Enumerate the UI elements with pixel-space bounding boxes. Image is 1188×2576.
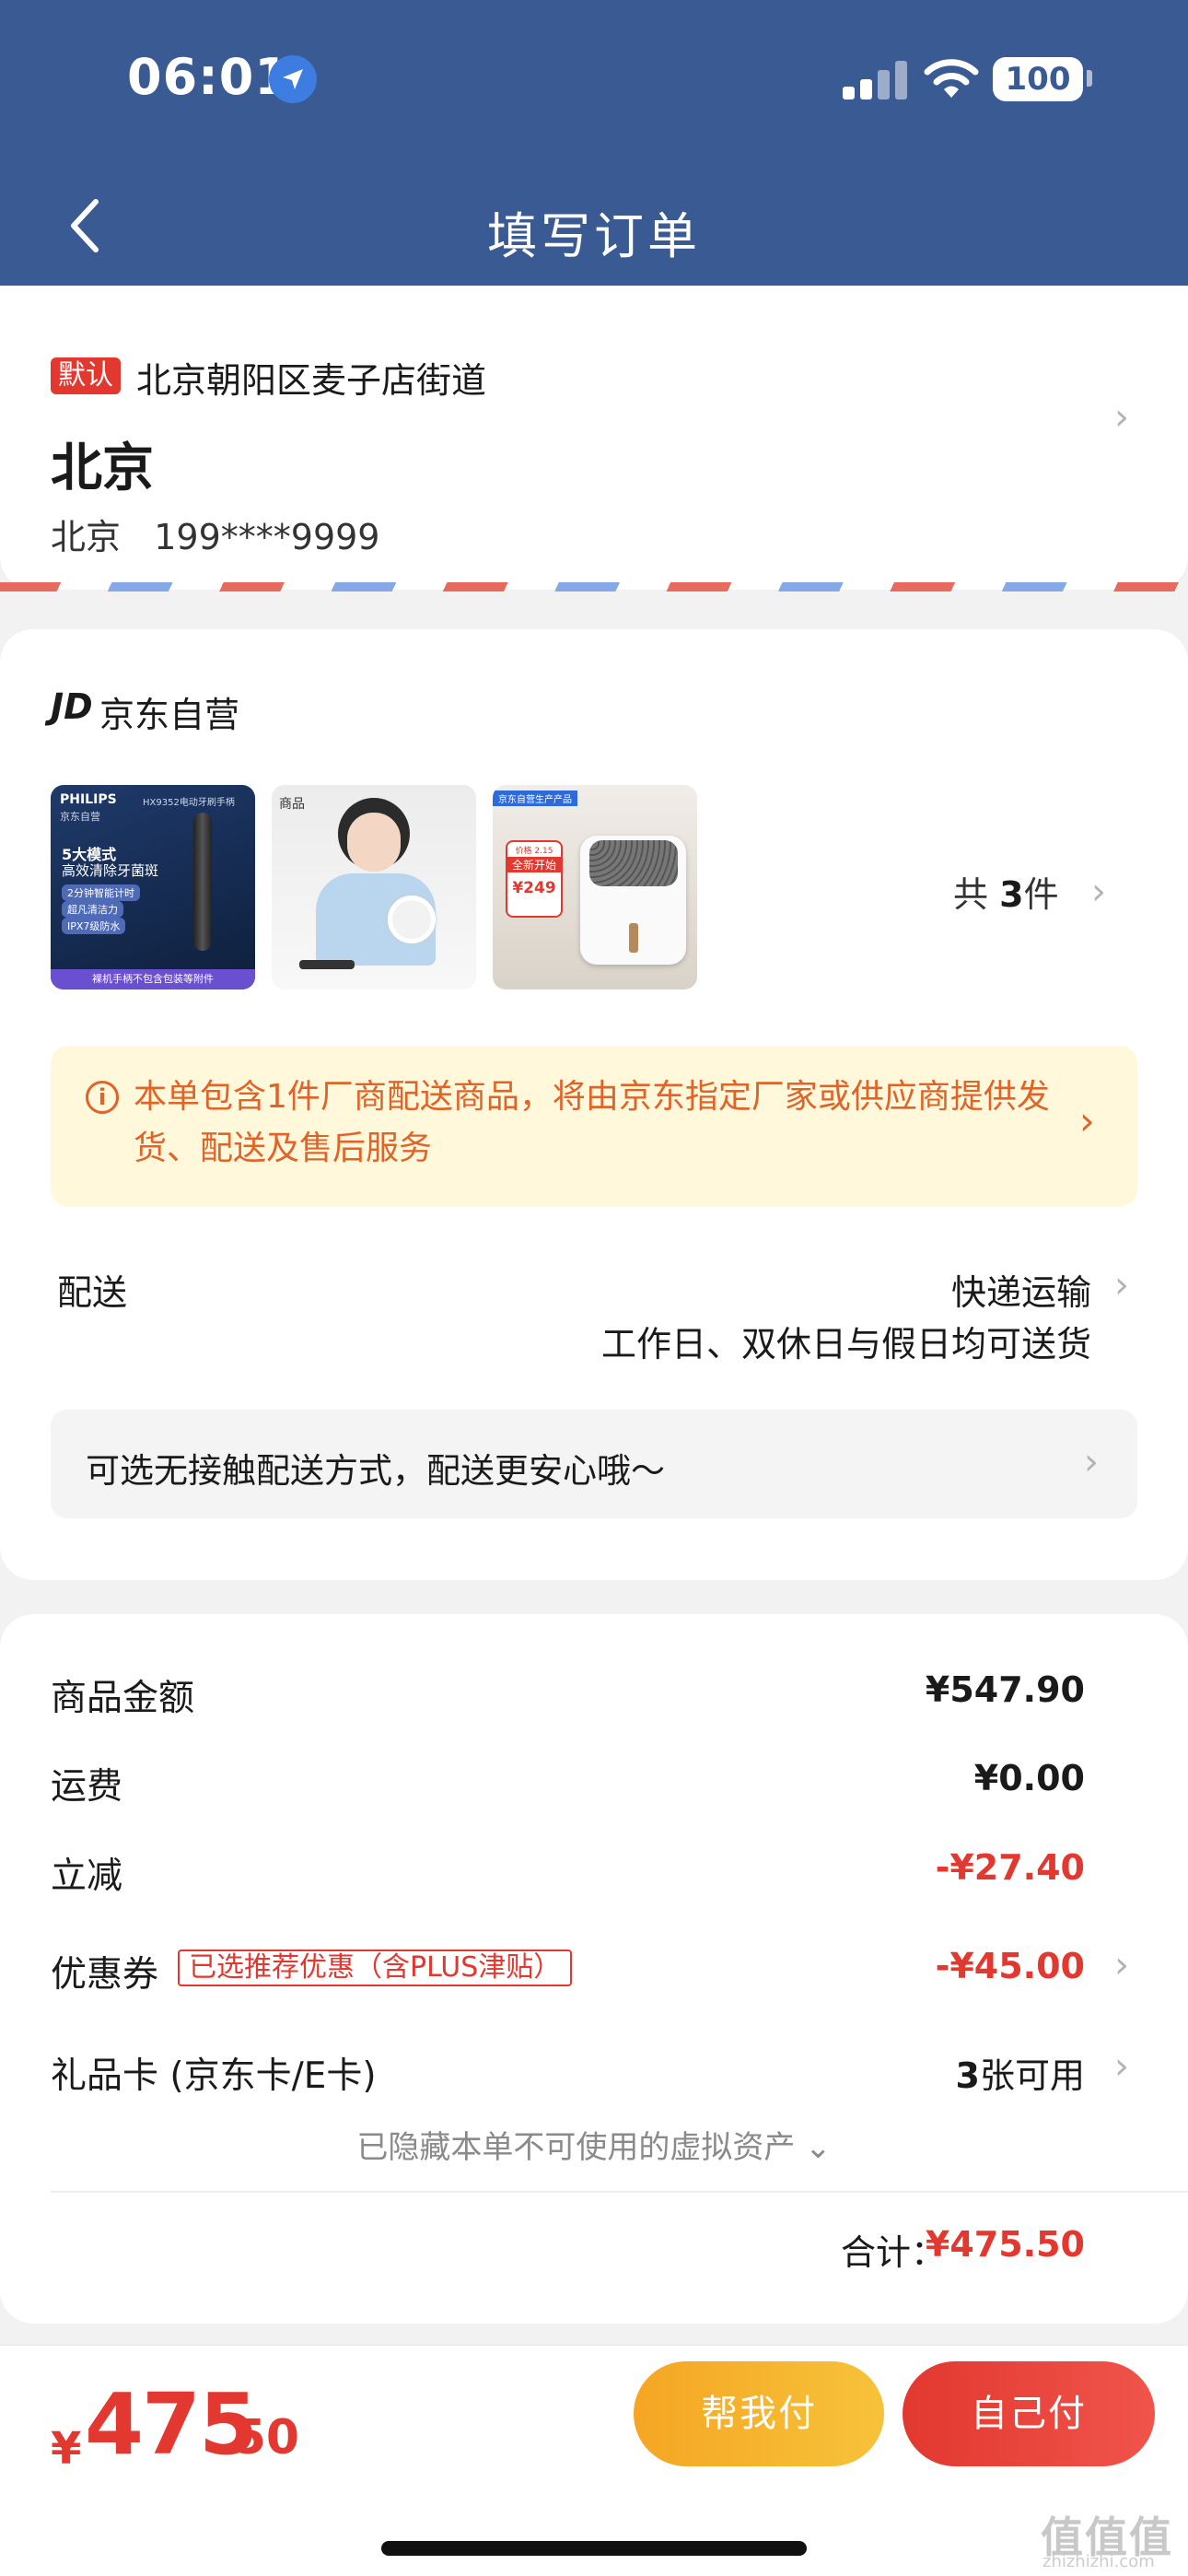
status-time: 06:01: [127, 48, 290, 106]
shipping-method[interactable]: 快递运输: [951, 1264, 1091, 1315]
goods-amount-label: 商品金额: [51, 1678, 195, 1719]
wifi-icon: [924, 57, 979, 101]
promo-note: 价格 2.15: [515, 847, 553, 856]
thumb-headline2: 高效清除牙菌斑: [62, 862, 159, 879]
coupon-label: 优惠券: [51, 1954, 159, 1996]
mirror-image: [388, 896, 436, 943]
chevron-right-icon: ›: [1079, 1098, 1095, 1143]
shipping-fee-label: 运费: [51, 1766, 123, 1808]
contactless-delivery-option[interactable]: 可选无接触配送方式，配送更安心哦～ ›: [51, 1410, 1137, 1518]
airmail-stripe-divider: [0, 582, 1188, 591]
battery-indicator: 100: [993, 57, 1083, 101]
purifier-handle: [629, 923, 638, 953]
chevron-right-icon[interactable]: ›: [1114, 2045, 1129, 2088]
hidden-assets-toggle[interactable]: 已隐藏本单不可使用的虚拟资产 ⌄: [0, 2122, 1188, 2167]
coupon-value[interactable]: -¥45.00: [936, 1946, 1085, 1986]
default-address-badge: 默认: [51, 357, 121, 394]
thumb-bullet: 2分钟智能计时: [62, 884, 140, 901]
giftcard-suffix: 张可用: [979, 2055, 1085, 2096]
jd-logo: JD: [51, 686, 93, 727]
promo-price: ¥249: [512, 879, 556, 897]
thumb-model: HX9352电动牙刷手柄: [143, 798, 235, 808]
address-recipient-name: 北京: [51, 439, 154, 498]
purifier-grille: [589, 840, 678, 886]
instant-discount-value: -¥27.40: [935, 1847, 1085, 1888]
giftcard-label: 礼品卡 (京东卡/E卡): [51, 2055, 377, 2097]
thumb-corner: 京东自营生产产品: [493, 790, 577, 806]
battery-nub: [1087, 70, 1092, 87]
thumb-sub: 京东自营: [60, 811, 100, 823]
promo-badge: 全新开始: [507, 857, 561, 872]
shipping-label: 配送: [57, 1272, 128, 1313]
thumb-tag: 商品: [279, 797, 305, 812]
giftcard-available[interactable]: 3张可用: [956, 2047, 1085, 2098]
thumb-brand: PHILIPS: [60, 792, 117, 807]
status-bar: 06:01 100: [0, 0, 1188, 161]
cellular-signal-icon: [843, 61, 909, 100]
divider: [51, 2191, 1188, 2193]
model-face: [347, 813, 401, 872]
notice-text: 本单包含1件厂商配送商品，将由京东指定厂家或供应商提供发货、配送及售后服务: [134, 1078, 1050, 1167]
product-thumbnail-purifier[interactable]: 京东自营生产产品 价格 2.15 全新开始 ¥249: [493, 785, 697, 989]
chevron-right-icon[interactable]: ›: [1114, 1944, 1129, 1986]
pay-currency: ¥: [51, 2423, 82, 2475]
shipping-time: 工作日、双休日与假日均可送货: [600, 1324, 1091, 1364]
thumb-bullet: 超凡清洁力: [62, 901, 123, 918]
home-indicator[interactable]: [381, 2541, 807, 2556]
chevron-right-icon[interactable]: ›: [1114, 396, 1129, 439]
info-icon: i: [86, 1081, 119, 1114]
contactless-text: 可选无接触配送方式，配送更安心哦～: [86, 1451, 665, 1491]
chevron-right-icon: ›: [1084, 1441, 1099, 1483]
product-thumbnail-mirror[interactable]: 商品: [272, 785, 476, 989]
brush-image: [299, 960, 355, 969]
thumb-footer: 裸机手柄不包含包装等附件: [51, 969, 255, 989]
item-count-prefix: 共: [953, 874, 989, 915]
location-arrow-icon: [269, 55, 317, 103]
item-count-suffix: 件: [1023, 874, 1059, 915]
pay-myself-button[interactable]: 自己付: [903, 2361, 1155, 2466]
address-contact: 北京 199****9999: [51, 517, 380, 557]
chevron-right-icon[interactable]: ›: [1091, 871, 1106, 913]
watermark-url: zhizhizhi.com: [1042, 2552, 1155, 2571]
promo-card: 价格 2.15 全新开始 ¥249: [506, 840, 563, 918]
help-me-pay-button[interactable]: 帮我付: [634, 2361, 884, 2466]
page-title: 填写订单: [487, 207, 701, 265]
instant-discount-label: 立减: [51, 1856, 123, 1897]
goods-amount-value: ¥547.90: [925, 1669, 1085, 1710]
vendor-shipping-notice[interactable]: i 本单包含1件厂商配送商品，将由京东指定厂家或供应商提供发货、配送及售后服务 …: [51, 1046, 1137, 1207]
toothbrush-image: [193, 813, 212, 951]
shipping-fee-value: ¥0.00: [973, 1758, 1085, 1798]
coupon-selected-tag[interactable]: 已选推荐优惠（含PLUS津贴）: [178, 1950, 573, 1986]
total-value: ¥475.50: [925, 2224, 1085, 2265]
address-line: 北京朝阳区麦子店街道: [136, 360, 487, 401]
item-count[interactable]: 共 3件: [953, 866, 1059, 917]
giftcard-count: 3: [955, 2055, 980, 2096]
chevron-right-icon[interactable]: ›: [1114, 1264, 1129, 1306]
item-count-number: 3: [999, 874, 1024, 915]
product-thumbnail-toothbrush[interactable]: PHILIPS 京东自营 HX9352电动牙刷手柄 5大模式 高效清除牙菌斑 2…: [51, 785, 255, 989]
pay-amount-decimal: .50: [215, 2410, 300, 2465]
store-name: 京东自营: [99, 695, 240, 735]
thumb-bullet: IPX7级防水: [62, 918, 126, 934]
